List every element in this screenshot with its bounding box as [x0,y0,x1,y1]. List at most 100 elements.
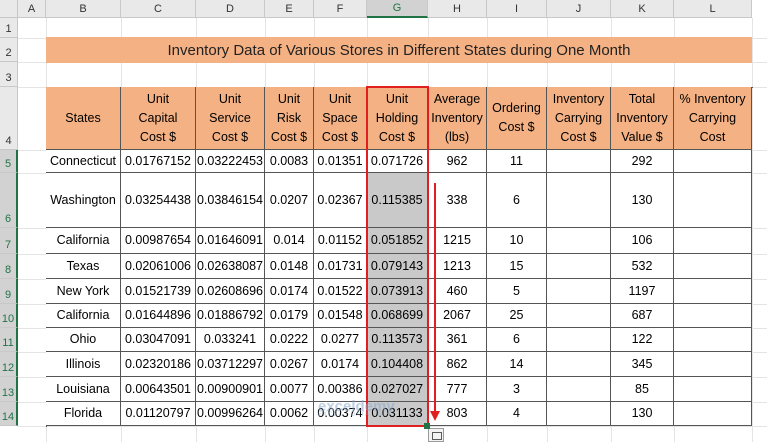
table-cell[interactable]: 0.01548 [314,304,367,328]
table-cell[interactable] [547,228,611,254]
table-cell[interactable]: 0.0148 [265,254,314,279]
table-header-cell[interactable]: Unit Service Cost $ [196,87,265,150]
table-cell[interactable] [674,304,752,328]
table-cell[interactable]: 0.0174 [314,352,367,377]
row-header-1[interactable]: 1 [0,18,18,38]
table-cell[interactable]: 0.079143 [367,254,428,279]
table-cell[interactable] [547,402,611,426]
row-header-3[interactable]: 3 [0,62,18,87]
table-header-cell[interactable]: Average Inventory (lbs) [428,87,487,150]
table-cell[interactable]: 130 [611,173,674,228]
table-cell[interactable]: 0.00996264 [196,402,265,426]
table-cell[interactable]: Connecticut [46,150,121,173]
quick-analysis-icon[interactable] [428,428,444,442]
row-header-13[interactable]: 13 [0,377,18,402]
table-cell[interactable]: 0.068699 [367,304,428,328]
table-cell[interactable]: 0.0174 [265,279,314,304]
row-header-5[interactable]: 5 [0,150,18,173]
column-header-a[interactable]: A [18,0,46,18]
select-all-corner[interactable] [0,0,18,18]
table-cell[interactable]: 15 [487,254,547,279]
table-cell[interactable] [547,150,611,173]
fill-handle[interactable] [424,423,430,429]
table-cell[interactable]: 0.02638087 [196,254,265,279]
table-cell[interactable]: 0.01351 [314,150,367,173]
row-header-10[interactable]: 10 [0,304,18,328]
table-cell[interactable]: Illinois [46,352,121,377]
table-cell[interactable]: 0.073913 [367,279,428,304]
table-cell[interactable] [674,228,752,254]
row-header-9[interactable]: 9 [0,279,18,304]
table-header-cell[interactable]: Ordering Cost $ [487,87,547,150]
table-cell[interactable]: 687 [611,304,674,328]
table-cell[interactable]: 0.0179 [265,304,314,328]
table-cell[interactable]: 0.00386 [314,377,367,402]
table-cell[interactable]: 25 [487,304,547,328]
table-cell[interactable]: 962 [428,150,487,173]
table-cell[interactable] [674,402,752,426]
table-header-cell[interactable]: Total Inventory Value $ [611,87,674,150]
table-cell[interactable]: 0.01120797 [121,402,196,426]
table-cell[interactable]: 0.01886792 [196,304,265,328]
column-header-i[interactable]: I [487,0,547,18]
table-cell[interactable]: 0.0207 [265,173,314,228]
table-cell[interactable]: 345 [611,352,674,377]
table-header-cell[interactable]: Unit Space Cost $ [314,87,367,150]
table-cell[interactable]: 14 [487,352,547,377]
table-cell[interactable] [547,352,611,377]
table-cell[interactable]: 6 [487,173,547,228]
column-header-g[interactable]: G [367,0,428,18]
table-cell[interactable]: 0.01767152 [121,150,196,173]
row-header-12[interactable]: 12 [0,352,18,377]
table-cell[interactable]: 0.0083 [265,150,314,173]
table-cell[interactable]: 292 [611,150,674,173]
column-header-j[interactable]: J [547,0,611,18]
table-cell[interactable]: 0.071726 [367,150,428,173]
table-cell[interactable]: 0.02608696 [196,279,265,304]
table-cell[interactable]: 0.033241 [196,328,265,352]
table-cell[interactable]: 0.02320186 [121,352,196,377]
table-cell[interactable]: 0.01522 [314,279,367,304]
table-cell[interactable]: California [46,228,121,254]
table-header-cell[interactable]: Inventory Carrying Cost $ [547,87,611,150]
table-cell[interactable]: Louisiana [46,377,121,402]
table-cell[interactable]: 0.0267 [265,352,314,377]
table-cell[interactable]: 0.0062 [265,402,314,426]
table-header-cell[interactable]: Unit Capital Cost $ [121,87,196,150]
table-cell[interactable]: 0.00900901 [196,377,265,402]
table-cell[interactable]: 0.01521739 [121,279,196,304]
table-cell[interactable]: 106 [611,228,674,254]
table-cell[interactable] [674,254,752,279]
column-header-e[interactable]: E [265,0,314,18]
table-cell[interactable]: 0.00987654 [121,228,196,254]
table-header-cell[interactable]: Unit Holding Cost $ [367,87,428,150]
table-cell[interactable]: 0.027027 [367,377,428,402]
table-cell[interactable]: 0.0277 [314,328,367,352]
table-cell[interactable]: Ohio [46,328,121,352]
table-cell[interactable]: 0.01644896 [121,304,196,328]
table-cell[interactable]: 0.00643501 [121,377,196,402]
table-cell[interactable]: Florida [46,402,121,426]
table-cell[interactable]: 0.02367 [314,173,367,228]
table-cell[interactable] [674,328,752,352]
row-header-2[interactable]: 2 [0,38,18,62]
table-cell[interactable] [547,173,611,228]
table-cell[interactable]: 0.03254438 [121,173,196,228]
column-header-k[interactable]: K [611,0,674,18]
table-cell[interactable]: 4 [487,402,547,426]
table-cell[interactable]: 130 [611,402,674,426]
table-cell[interactable]: 0.01152 [314,228,367,254]
table-cell[interactable]: 5 [487,279,547,304]
table-cell[interactable] [674,173,752,228]
table-cell[interactable]: 0.113573 [367,328,428,352]
table-header-cell[interactable]: States [46,87,121,150]
column-header-b[interactable]: B [46,0,121,18]
table-cell[interactable]: 0.051852 [367,228,428,254]
table-cell[interactable] [547,304,611,328]
table-cell[interactable]: 1197 [611,279,674,304]
row-header-14[interactable]: 14 [0,402,18,426]
table-cell[interactable]: 3 [487,377,547,402]
table-header-cell[interactable]: % Inventory Carrying Cost [674,87,752,150]
table-cell[interactable]: California [46,304,121,328]
table-cell[interactable]: 0.0222 [265,328,314,352]
